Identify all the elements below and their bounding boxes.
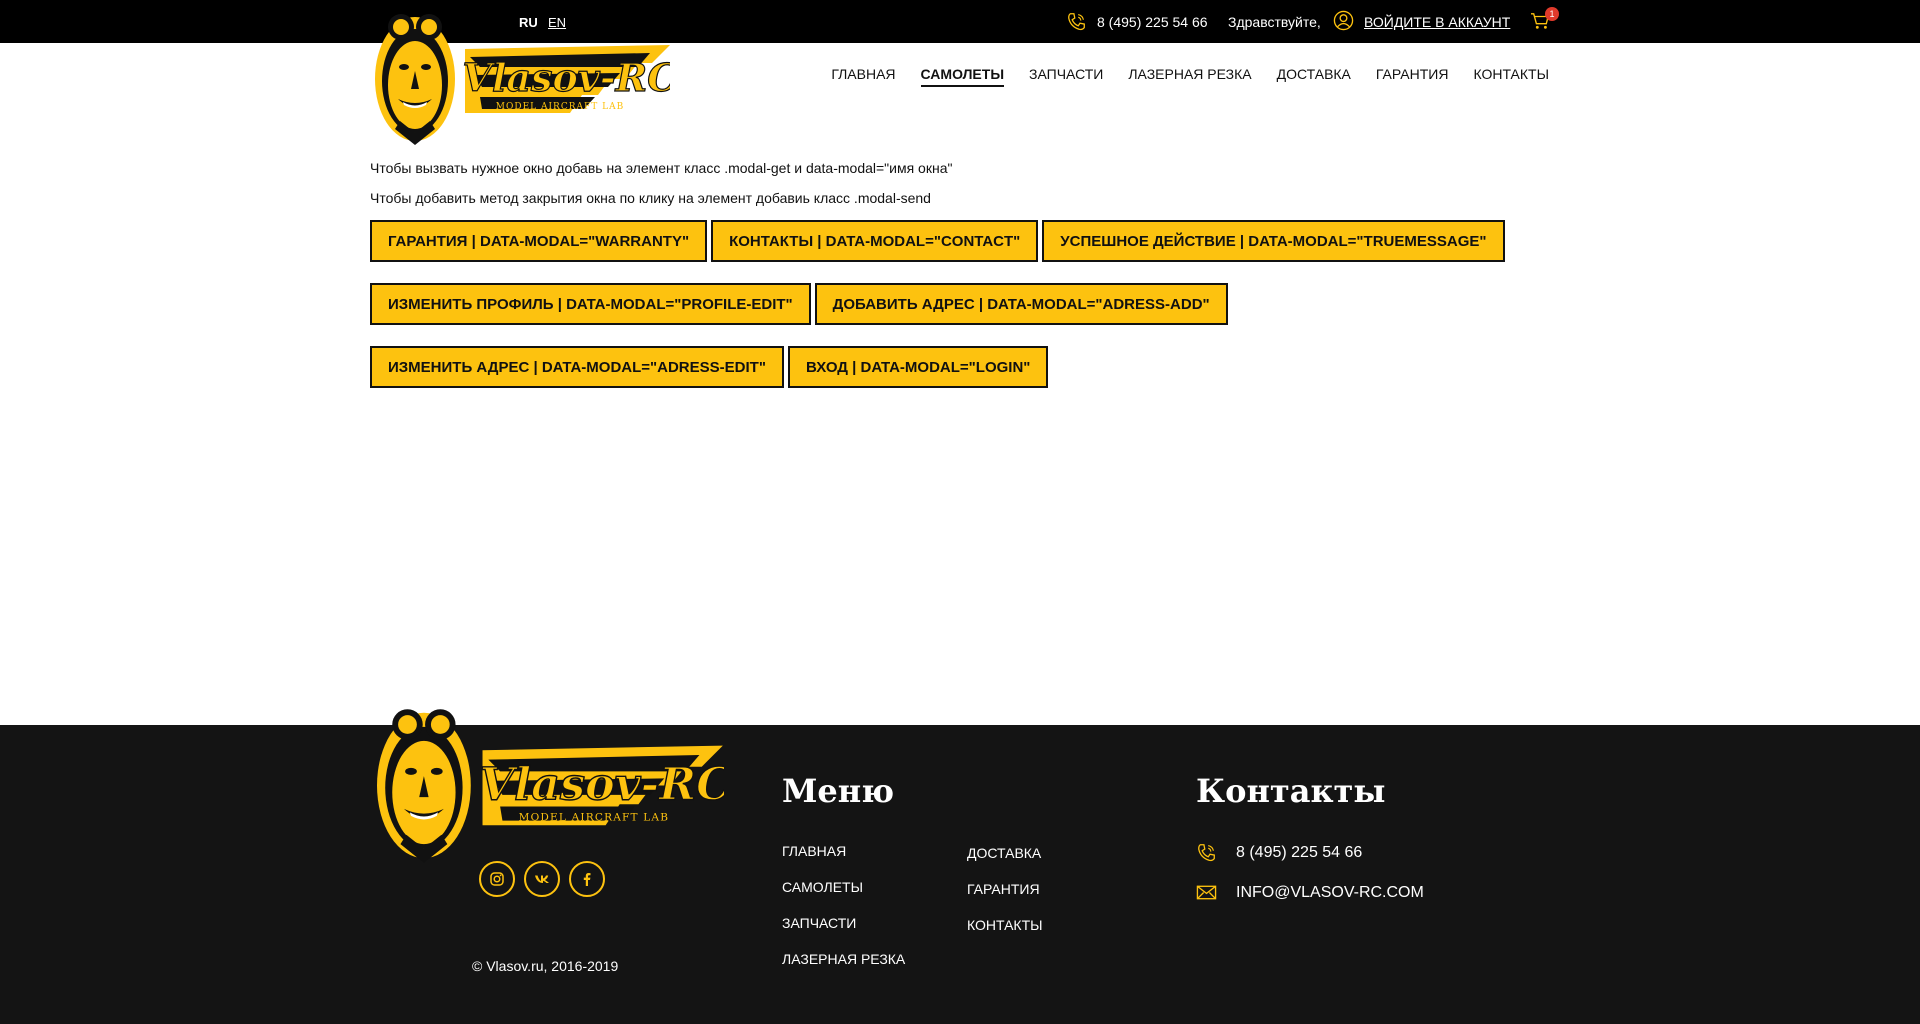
warranty-modal-button[interactable]: ГАРАНТИЯ | DATA-MODAL="WARRANTY" [370, 220, 708, 262]
footer-menu-contacts[interactable]: КОНТАКТЫ [967, 917, 1043, 933]
adress-add-modal-button[interactable]: ДОБАВИТЬ АДРЕС | DATA-MODAL="ADRESS-ADD" [814, 283, 1228, 325]
nav-item-laser[interactable]: ЛАЗЕРНАЯ РЕЗКА [1128, 66, 1251, 87]
top-phone[interactable]: 8 (495) 225 54 66 [1066, 12, 1208, 31]
nav-item-planes[interactable]: САМОЛЕТЫ [920, 66, 1005, 87]
footer-logo[interactable]: Vlasov-RC MODEL AIRCRAFT LAB [370, 694, 733, 864]
button-row-2: ИЗМЕНИТЬ ПРОФИЛЬ | DATA-MODAL="PROFILE-E… [370, 283, 1228, 325]
facebook-icon [583, 873, 591, 886]
top-phone-number: 8 (495) 225 54 66 [1097, 13, 1208, 30]
footer-menu-title: Меню [782, 772, 895, 810]
footer-menu-delivery[interactable]: ДОСТАВКА [967, 845, 1041, 861]
footer-logo-pilot-icon: Vlasov-RC MODEL AIRCRAFT LAB [370, 694, 733, 864]
user-icon [1333, 10, 1354, 31]
login-modal-button[interactable]: ВХОД | DATA-MODAL="LOGIN" [787, 346, 1049, 388]
nav-item-warranty[interactable]: ГАРАНТИЯ [1376, 66, 1449, 87]
mail-icon [1196, 885, 1217, 900]
footer-menu-planes[interactable]: САМОЛЕТЫ [782, 879, 863, 895]
footer-menu-parts[interactable]: ЗАПЧАСТИ [782, 915, 856, 931]
contact-modal-button[interactable]: КОНТАКТЫ | DATA-MODAL="CONTACT" [711, 220, 1039, 262]
footer-phone-number: 8 (495) 225 54 66 [1236, 843, 1363, 861]
footer [0, 725, 1920, 1024]
footer-menu-warranty[interactable]: ГАРАНТИЯ [967, 881, 1040, 897]
footer-contacts-title: Контакты [1196, 772, 1386, 810]
phone-icon [1068, 13, 1085, 31]
footer-logo-brand: Vlasov-RC [480, 758, 724, 811]
top-bar: RU EN 8 (495) 225 54 66 Здравствуйте, ВО… [0, 0, 1920, 43]
greeting-text: Здравствуйте, [1228, 14, 1321, 30]
profile-edit-modal-button[interactable]: ИЗМЕНИТЬ ПРОФИЛЬ | DATA-MODAL="PROFILE-E… [370, 283, 811, 325]
adress-edit-modal-button[interactable]: ИЗМЕНИТЬ АДРЕС | DATA-MODAL="ADRESS-EDIT… [370, 346, 784, 388]
truemessage-modal-button[interactable]: УСПЕШНОЕ ДЕЙСТВИЕ | DATA-MODAL="TRUEMESS… [1042, 220, 1505, 262]
button-row-3: ИЗМЕНИТЬ АДРЕС | DATA-MODAL="ADRESS-EDIT… [370, 346, 1049, 388]
instagram-button[interactable] [479, 861, 515, 897]
footer-logo-tagline: MODEL AIRCRAFT LAB [519, 812, 670, 824]
footer-email[interactable]: INFO@VLASOV-RC.COM [1196, 883, 1424, 902]
site-logo[interactable]: Vlasov-RC MODEL AIRCRAFT LAB [370, 1, 678, 146]
nav-item-delivery[interactable]: ДОСТАВКА [1277, 66, 1351, 87]
instruction-text-1: Чтобы вызвать нужное окно добавь на элем… [370, 160, 953, 176]
login-link[interactable]: ВОЙДИТЕ В АККАУНТ [1364, 14, 1510, 30]
vk-icon [535, 875, 549, 883]
nav-item-home[interactable]: ГЛАВНАЯ [831, 66, 895, 87]
instruction-text-2: Чтобы добавить метод закрытия окна по кл… [370, 190, 931, 206]
footer-menu-laser[interactable]: ЛАЗЕРНАЯ РЕЗКА [782, 951, 905, 967]
nav-item-parts[interactable]: ЗАПЧАСТИ [1029, 66, 1103, 87]
cart-count-badge: 1 [1545, 7, 1559, 21]
main-nav: ГЛАВНАЯ САМОЛЕТЫ ЗАПЧАСТИ ЛАЗЕРНАЯ РЕЗКА… [831, 66, 1549, 87]
button-row-1: ГАРАНТИЯ | DATA-MODAL="WARRANTY" КОНТАКТ… [370, 220, 1505, 262]
logo-brand: Vlasov-RC [463, 55, 670, 100]
footer-email-address: INFO@VLASOV-RC.COM [1236, 883, 1424, 901]
copyright: © Vlasov.ru, 2016-2019 [472, 958, 619, 974]
phone-icon [1198, 844, 1215, 862]
nav-item-contacts[interactable]: КОНТАКТЫ [1473, 66, 1549, 87]
footer-menu-home[interactable]: ГЛАВНАЯ [782, 843, 846, 859]
instagram-icon [490, 872, 504, 886]
logo-tagline: MODEL AIRCRAFT LAB [496, 102, 624, 112]
facebook-button[interactable] [569, 861, 605, 897]
footer-phone[interactable]: 8 (495) 225 54 66 [1196, 843, 1362, 862]
logo-pilot-icon: Vlasov-RC MODEL AIRCRAFT LAB [370, 1, 678, 146]
vk-button[interactable] [524, 861, 560, 897]
